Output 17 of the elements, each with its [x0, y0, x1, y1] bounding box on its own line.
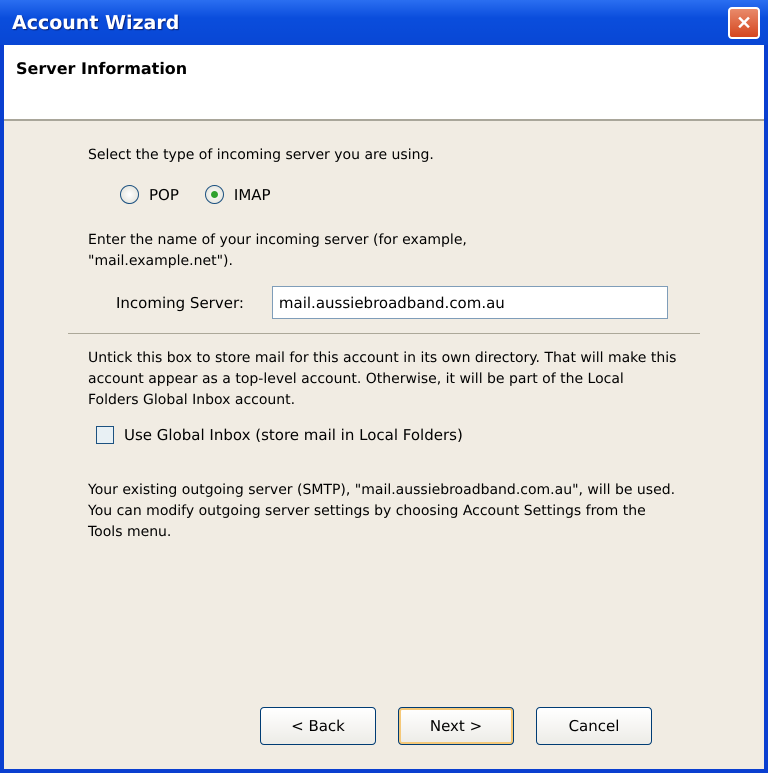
window-title: Account Wizard: [12, 12, 180, 34]
radio-button[interactable]: [120, 185, 139, 204]
wizard-button[interactable]: Cancel: [536, 707, 652, 745]
radio-label: IMAP: [234, 186, 271, 204]
wizard-button[interactable]: < Back: [260, 707, 376, 745]
checkbox-label: Use Global Inbox (store mail in Local Folders): [124, 426, 463, 444]
outgoing-server-note: Your existing outgoing server (SMTP), "mail.aussiebroadband.com.au", will be used. You can modify outgoing server settings by choosing Account Settings from the Tools menu.: [88, 481, 676, 542]
global-inbox-description: Untick this box to store mail for this account in its own directory. That will make this account appear as a top-level account. Otherwise, it will be part of the Local Folders Global Inbox account.: [88, 349, 678, 410]
page-title: Server Information: [16, 59, 188, 78]
checkbox[interactable]: [96, 426, 114, 444]
wizard-button[interactable]: Next >: [398, 707, 514, 745]
incoming-server-field[interactable]: mail.aussiebroadband.com.au: [272, 286, 668, 319]
server-type-prompt: Select the type of incoming server you are using.: [88, 146, 435, 165]
incoming-server-prompt: Enter the name of your incoming server (for example, "mail.example.net").: [88, 231, 468, 271]
radio-button[interactable]: [204, 185, 224, 204]
radio-label: POP: [149, 186, 179, 204]
field-label: Incoming Server:: [116, 294, 244, 312]
